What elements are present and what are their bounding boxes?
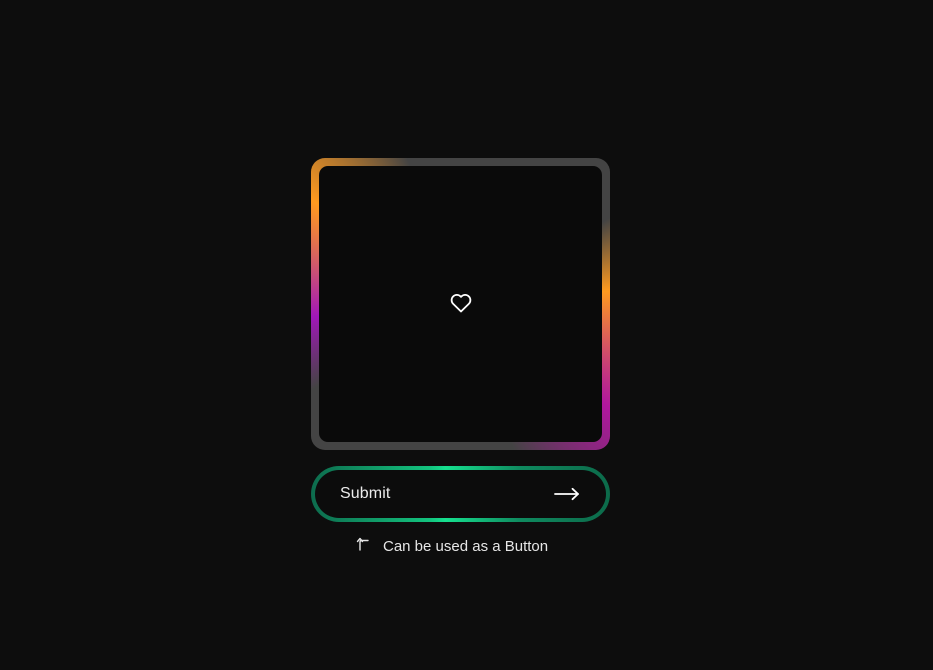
gradient-card[interactable] [311,158,610,450]
submit-button-body[interactable]: Submit [315,470,606,518]
submit-button[interactable]: Submit [311,466,610,522]
heart-icon[interactable] [449,291,473,315]
hint-text: Can be used as a Button [383,538,549,555]
arrow-right-icon [554,487,579,501]
page: Submit Can be used as a Button [0,0,933,670]
submit-label: Submit [340,485,391,502]
return-arrow-icon [356,537,369,551]
card-body [319,166,602,442]
hint-note: Can be used as a Button [356,537,549,555]
